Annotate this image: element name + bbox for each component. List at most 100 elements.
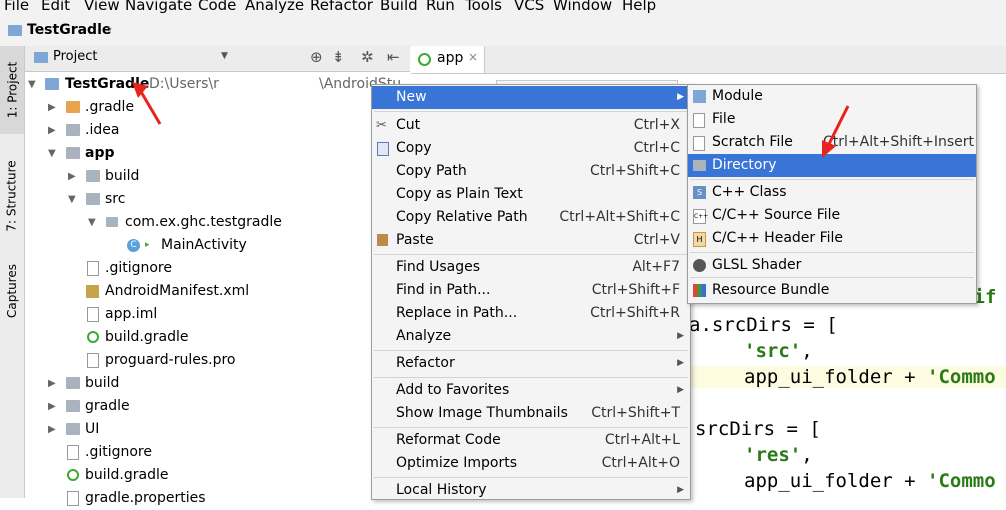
menu-separator — [690, 179, 974, 180]
file-icon — [67, 445, 79, 460]
submenu-item-label: Directory — [712, 157, 777, 173]
menu-item-new[interactable]: New ▶ — [372, 86, 690, 109]
expand-arrow-icon[interactable]: ▶ — [48, 96, 58, 119]
menu-bar: File Edit View Navigate Code Analyze Ref… — [0, 0, 1006, 16]
hide-panel-icon[interactable]: ⇤ — [387, 48, 400, 66]
menu-item-shortcut: Ctrl+V — [633, 232, 680, 248]
tree-row-label: .idea — [85, 122, 120, 138]
annotation-arrow-icon — [132, 82, 162, 125]
tree-row-label: .gradle — [85, 99, 135, 115]
project-view-selector[interactable]: Project — [53, 49, 97, 64]
gear-icon[interactable]: ✲ — [361, 48, 374, 66]
gradle-icon — [87, 331, 99, 343]
menu-separator — [374, 377, 688, 378]
menu-edit[interactable]: Edit — [41, 0, 70, 14]
class-icon: C — [127, 239, 140, 252]
submenu-item-label: C/C++ Header File — [712, 230, 844, 246]
menu-code[interactable]: Code — [198, 0, 236, 14]
menu-build[interactable]: Build — [380, 0, 418, 14]
menu-separator — [690, 252, 974, 253]
submenu-item-label: Module — [712, 88, 763, 104]
submenu-item-resource-bundle[interactable]: Resource Bundle — [688, 279, 976, 302]
menu-refactor[interactable]: Refactor — [310, 0, 373, 14]
tree-row-label: gradle.properties — [85, 490, 206, 506]
submenu-item-glsl-shader[interactable]: GLSL Shader — [688, 254, 976, 277]
submenu-item-cpp-class[interactable]: S C++ Class — [688, 181, 976, 204]
tool-tab-structure[interactable]: 7: Structure — [0, 141, 24, 251]
chevron-down-icon[interactable]: ▼ — [221, 51, 228, 61]
breadcrumb-project[interactable]: TestGradle — [27, 22, 111, 38]
submenu-arrow-icon: ▶ — [677, 485, 684, 495]
menu-item-copy-path[interactable]: Copy Path Ctrl+Shift+C — [372, 160, 690, 183]
expand-arrow-icon[interactable]: ▼ — [68, 188, 78, 211]
folder-icon — [693, 160, 706, 171]
menu-item-optimize-imports[interactable]: Optimize Imports Ctrl+Alt+O — [372, 452, 690, 475]
code-line: 'src', — [744, 340, 813, 362]
menu-help[interactable]: Help — [622, 0, 656, 14]
menu-item-label: Copy — [396, 140, 432, 156]
menu-tools[interactable]: Tools — [465, 0, 502, 14]
menu-item-label: Cut — [396, 117, 421, 133]
menu-item-local-history[interactable]: Local History ▶ — [372, 479, 690, 502]
submenu-item-cpp-header[interactable]: H C/C++ Header File — [688, 227, 976, 250]
close-icon[interactable]: × — [468, 50, 478, 64]
expand-arrow-icon[interactable]: ▼ — [28, 73, 38, 96]
menu-item-copy-relative-path[interactable]: Copy Relative Path Ctrl+Alt+Shift+C — [372, 206, 690, 229]
menu-analyze[interactable]: Analyze — [245, 0, 304, 14]
menu-navigate[interactable]: Navigate — [125, 0, 192, 14]
file-icon — [87, 353, 99, 368]
copy-icon — [377, 142, 389, 156]
menu-separator — [374, 111, 688, 112]
tree-row-label: .gitignore — [85, 444, 152, 460]
menu-item-find-in-path[interactable]: Find in Path... Ctrl+Shift+F — [372, 279, 690, 302]
submenu-item-cpp-source[interactable]: C++ C/C++ Source File — [688, 204, 976, 227]
menu-item-add-to-favorites[interactable]: Add to Favorites ▶ — [372, 379, 690, 402]
menu-item-label: Copy as Plain Text — [396, 186, 523, 202]
expand-arrow-icon[interactable]: ▼ — [88, 211, 98, 234]
tool-tab-structure-label: 7: Structure — [5, 160, 20, 232]
menu-item-shortcut: Ctrl+C — [633, 140, 680, 156]
expand-arrow-icon[interactable]: ▶ — [48, 372, 58, 395]
menu-view[interactable]: View — [84, 0, 120, 14]
menu-item-copy-plain-text[interactable]: Copy as Plain Text — [372, 183, 690, 206]
cpp-class-icon: S — [693, 186, 706, 199]
collapse-all-icon[interactable]: ⇟ — [332, 48, 345, 66]
menu-item-replace-in-path[interactable]: Replace in Path... Ctrl+Shift+R — [372, 302, 690, 325]
resource-bundle-icon — [693, 284, 706, 297]
project-view-icon — [34, 52, 48, 63]
menu-separator — [690, 277, 974, 278]
menu-run[interactable]: Run — [426, 0, 455, 14]
expand-arrow-icon[interactable]: ▼ — [48, 142, 58, 165]
scroll-from-source-icon[interactable]: ⊕ — [310, 48, 323, 66]
tool-tab-captures[interactable]: Captures — [0, 251, 24, 331]
gradle-icon — [418, 53, 431, 66]
menu-item-paste[interactable]: Paste Ctrl+V — [372, 229, 690, 252]
scratch-file-icon — [693, 136, 705, 151]
menu-window[interactable]: Window — [553, 0, 612, 14]
tool-tab-project[interactable]: 1: Project — [0, 46, 24, 134]
menu-item-reformat-code[interactable]: Reformat Code Ctrl+Alt+L — [372, 429, 690, 452]
file-icon — [87, 261, 99, 276]
menu-item-show-image-thumbnails[interactable]: Show Image Thumbnails Ctrl+Shift+T — [372, 402, 690, 425]
menu-item-shortcut: Ctrl+Alt+Shift+C — [559, 209, 680, 225]
menu-separator — [374, 477, 688, 478]
menu-item-label: Add to Favorites — [396, 382, 510, 398]
menu-item-shortcut: Ctrl+Shift+F — [591, 282, 680, 298]
file-icon — [693, 113, 705, 128]
menu-item-cut[interactable]: ✂ Cut Ctrl+X — [372, 114, 690, 137]
gradle-icon — [67, 469, 79, 481]
menu-item-refactor[interactable]: Refactor ▶ — [372, 352, 690, 375]
menu-item-label: Optimize Imports — [396, 455, 517, 471]
expand-arrow-icon[interactable]: ▶ — [48, 119, 58, 142]
menu-vcs[interactable]: VCS — [514, 0, 544, 14]
menu-item-find-usages[interactable]: Find Usages Alt+F7 — [372, 256, 690, 279]
expand-arrow-icon[interactable]: ▶ — [68, 165, 78, 188]
menu-file[interactable]: File — [4, 0, 29, 14]
menu-item-copy[interactable]: Copy Ctrl+C — [372, 137, 690, 160]
folder-icon — [86, 170, 100, 182]
navigation-bar: TestGradle › — [0, 16, 1006, 47]
expand-arrow-icon[interactable]: ▶ — [48, 395, 58, 418]
expand-arrow-icon[interactable]: ▶ — [48, 418, 58, 441]
tab-app[interactable]: app × — [411, 46, 485, 73]
menu-item-analyze[interactable]: Analyze ▶ — [372, 325, 690, 348]
